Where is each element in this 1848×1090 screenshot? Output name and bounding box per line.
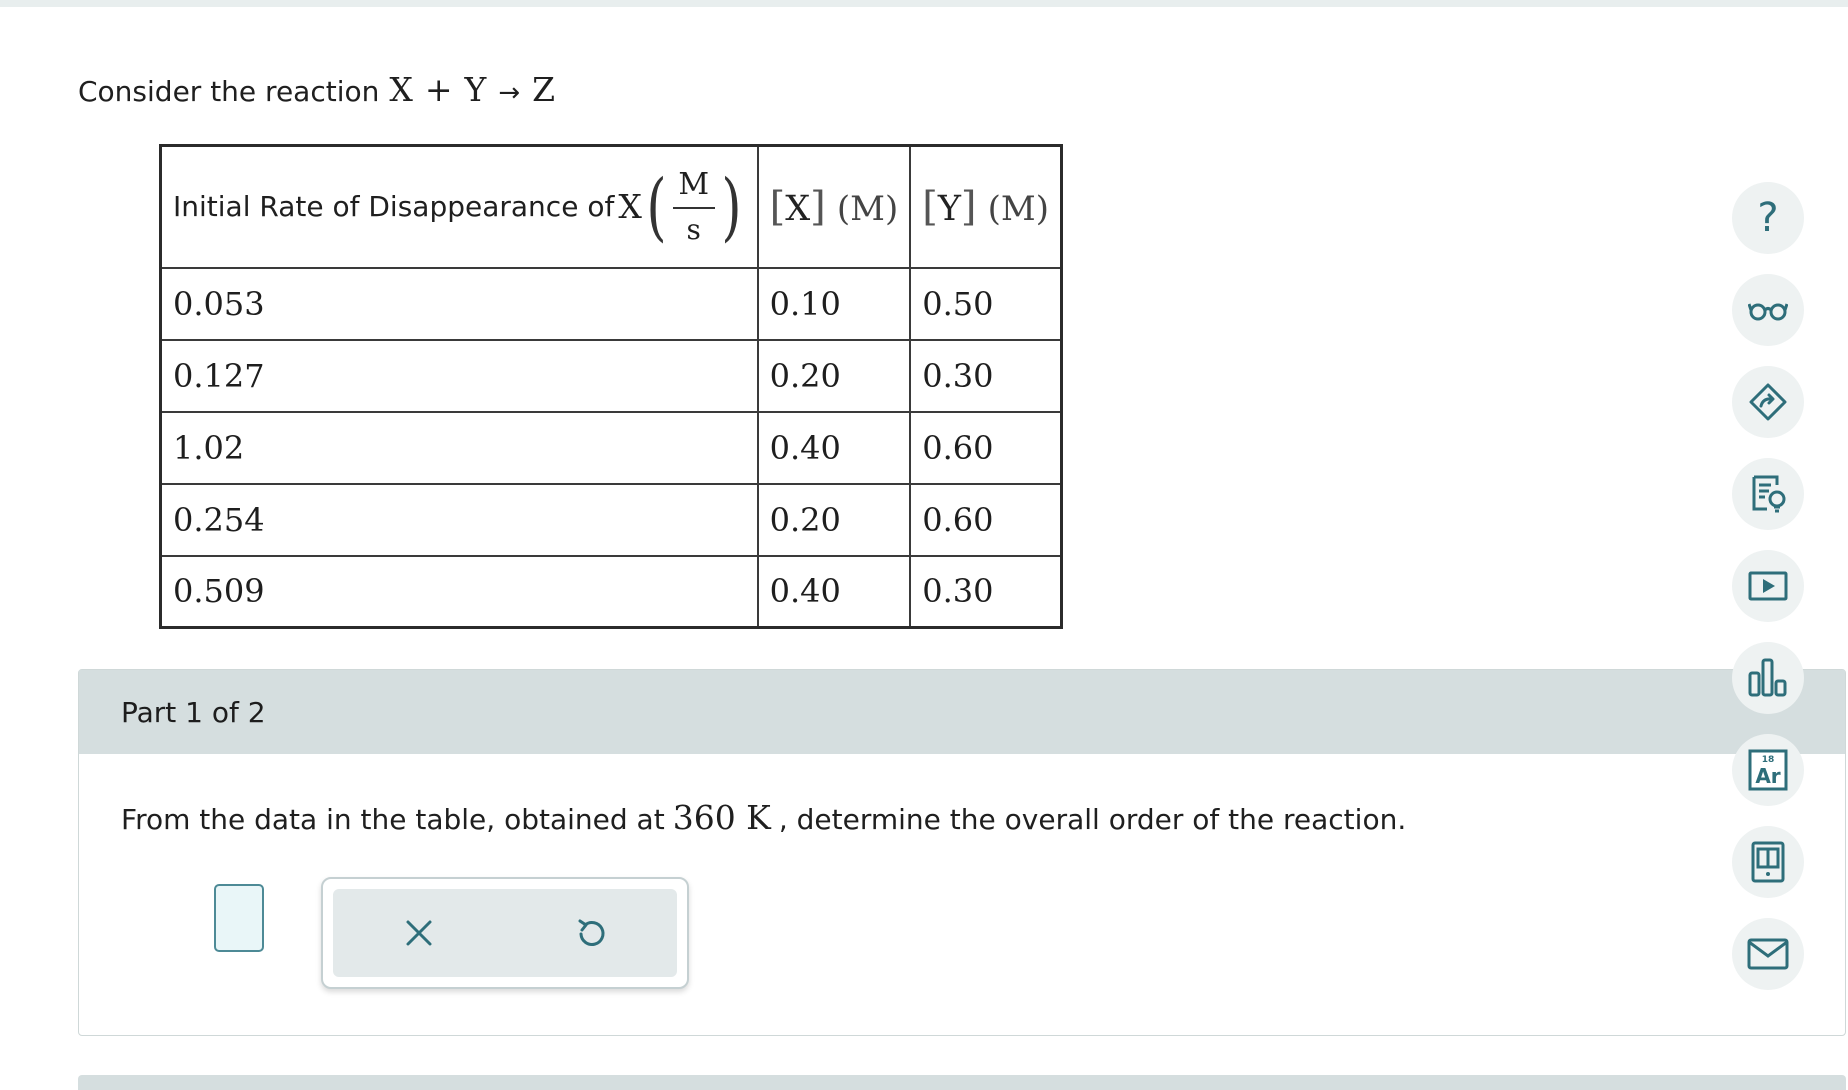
x-cell: 0.40	[756, 410, 912, 485]
y-cell: 0.60	[909, 410, 1063, 485]
part-text-after: , determine the overall order of the rea…	[778, 803, 1407, 836]
answer-tool-panel	[321, 877, 689, 989]
answer-input[interactable]	[214, 884, 264, 952]
header-initial-rate: Initial Rate of Disappearance of X ( M s…	[159, 144, 759, 269]
x-cell: 0.10	[756, 266, 912, 341]
header-x-unit: (M)	[836, 188, 899, 229]
rate-unit-denominator: s	[686, 212, 701, 246]
notes-lightbulb-icon	[1752, 475, 1786, 513]
bar-chart-icon	[1748, 658, 1787, 697]
help-icon: ?	[1757, 195, 1779, 241]
rate-cell: 0.127	[159, 338, 759, 413]
undo-icon	[578, 919, 605, 946]
rate-data-table: Initial Rate of Disappearance of X ( M s…	[159, 144, 1064, 629]
left-paren: (	[646, 163, 667, 250]
plus-sign: +	[424, 70, 453, 109]
ebook-icon	[1751, 841, 1785, 883]
x-cell: 0.20	[756, 482, 912, 557]
table-row: 0.509 0.40 0.30	[159, 554, 1063, 629]
header-concentration-x: [X] (M)	[756, 144, 912, 269]
reactant-y: Y	[464, 70, 487, 109]
rate-unit-numerator: M	[678, 166, 710, 202]
video-play-icon	[1748, 571, 1788, 601]
x-cell: 0.40	[756, 554, 912, 629]
header-concentration-y: [Y] (M)	[909, 144, 1063, 269]
mail-icon	[1747, 938, 1789, 970]
help-button[interactable]: ?	[1732, 182, 1804, 254]
product-z: Z	[532, 70, 556, 109]
message-button[interactable]	[1732, 918, 1804, 990]
hint-tag-icon	[1749, 383, 1787, 421]
clear-button[interactable]	[389, 903, 449, 963]
rate-cell: 0.053	[159, 266, 759, 341]
reaction-equation: X + Y → Z	[389, 70, 555, 109]
y-cell: 0.60	[909, 482, 1063, 557]
part-text-before: From the data in the table, obtained at	[121, 803, 665, 836]
y-cell: 0.50	[909, 266, 1063, 341]
close-icon	[406, 920, 432, 946]
reactant-x: X	[389, 70, 413, 109]
header-x-species: X	[785, 188, 811, 229]
header-y-species: Y	[937, 188, 961, 229]
hint-button[interactable]	[1732, 366, 1804, 438]
notes-button[interactable]	[1732, 458, 1804, 530]
table-row: 0.053 0.10 0.50	[159, 266, 1063, 341]
glasses-icon	[1748, 303, 1788, 321]
periodic-table-icon: 18 Ar	[1748, 749, 1788, 791]
periodic-table-button[interactable]: 18 Ar	[1732, 734, 1804, 806]
header-y-unit: (M)	[987, 188, 1050, 229]
table-row: 0.127 0.20 0.30	[159, 338, 1063, 413]
next-part-card	[78, 1075, 1846, 1090]
y-cell: 0.30	[909, 554, 1063, 629]
temperature-value: 360 K	[672, 798, 771, 837]
rate-cell: 0.509	[159, 554, 759, 629]
data-chart-button[interactable]	[1732, 642, 1804, 714]
question-prefix: Consider the reaction	[78, 75, 380, 108]
ebook-button[interactable]	[1732, 826, 1804, 898]
tool-buttons	[333, 889, 677, 977]
periodic-symbol: Ar	[1755, 764, 1780, 788]
y-cell: 0.30	[909, 338, 1063, 413]
undo-button[interactable]	[561, 903, 621, 963]
table-row: 1.02 0.40 0.60	[159, 410, 1063, 485]
top-strip	[0, 0, 1848, 7]
part-title: Part 1 of 2	[121, 695, 266, 729]
x-cell: 0.20	[756, 338, 912, 413]
table-row: 0.254 0.20 0.60	[159, 482, 1063, 557]
part-card: Part 1 of 2 From the data in the table, …	[78, 669, 1846, 1036]
table-header-row: Initial Rate of Disappearance of X ( M s…	[159, 144, 1063, 269]
video-button[interactable]	[1732, 550, 1804, 622]
rate-cell: 0.254	[159, 482, 759, 557]
part-question-text: From the data in the table, obtained at …	[121, 798, 1406, 837]
question-prompt: Consider the reaction X + Y → Z	[78, 70, 555, 109]
accessibility-button[interactable]	[1732, 274, 1804, 346]
header-rate-label: Initial Rate of Disappearance of	[173, 190, 615, 224]
reaction-arrow: →	[498, 78, 521, 108]
rate-cell: 1.02	[159, 410, 759, 485]
header-rate-species: X	[618, 187, 642, 227]
part-header[interactable]: Part 1 of 2	[79, 670, 1845, 754]
rate-unit-fraction: M s	[671, 166, 717, 246]
right-paren: )	[721, 163, 742, 250]
